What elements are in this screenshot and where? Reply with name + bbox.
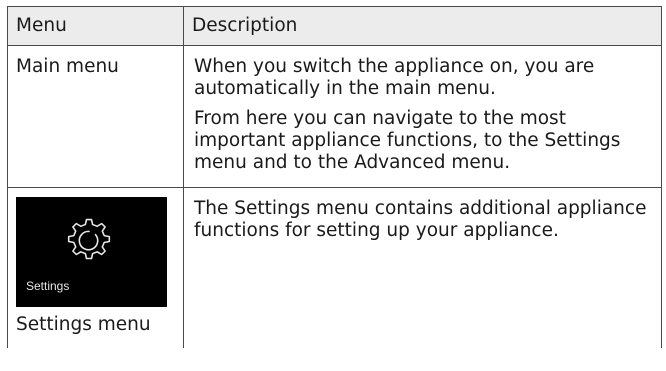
menu-table: Menu Description Main menu When you swit… xyxy=(7,6,662,348)
header-description-label: Description xyxy=(192,15,298,36)
menu-name-main: Main menu xyxy=(16,56,119,77)
settings-screen-label: Settings xyxy=(26,279,70,293)
table-header-row: Menu Description xyxy=(7,6,662,46)
description-main-paragraph-1: When you switch the appliance on, you ar… xyxy=(194,56,595,99)
header-menu-label: Menu xyxy=(16,15,67,36)
menu-cell-main: Main menu xyxy=(7,45,184,188)
header-menu: Menu xyxy=(7,6,184,46)
header-description: Description xyxy=(183,6,662,46)
settings-screen-image: Settings xyxy=(16,197,167,307)
gear-icon xyxy=(67,218,111,260)
description-settings-paragraph-1: The Settings menu contains additional ap… xyxy=(194,198,647,241)
menu-name-settings: Settings menu xyxy=(16,314,151,335)
description-cell-main: When you switch the appliance on, you ar… xyxy=(183,45,662,188)
description-main-paragraph-2: From here you can navigate to the most i… xyxy=(194,108,621,173)
table-row-main-menu: Main menu When you switch the appliance … xyxy=(7,45,662,188)
description-cell-settings: The Settings menu contains additional ap… xyxy=(183,187,662,348)
menu-cell-settings: Settings Settings menu xyxy=(7,187,184,348)
table-row-settings-menu: Settings Settings menu The Settings menu… xyxy=(7,187,662,348)
